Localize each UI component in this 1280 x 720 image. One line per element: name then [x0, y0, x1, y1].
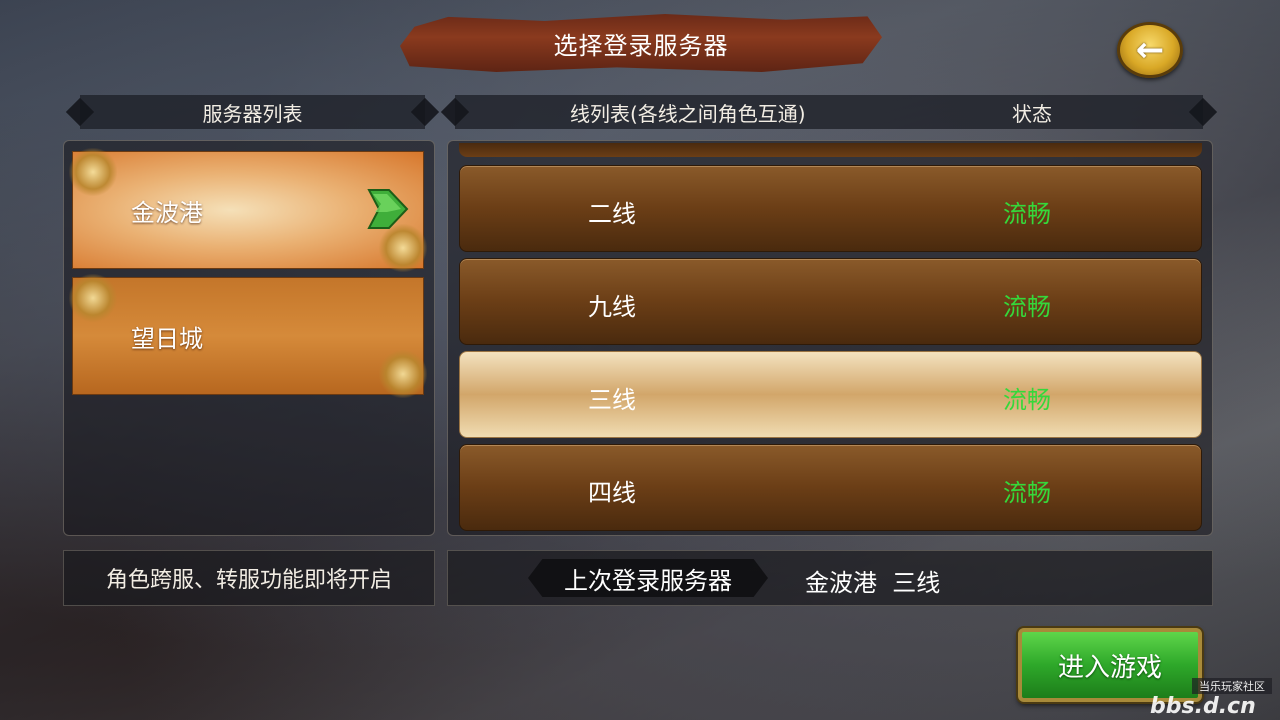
last-login-label: 上次登录服务器 — [564, 566, 732, 595]
line-list-header: 线列表(各线之间角色互通) 状态 — [455, 95, 1203, 129]
server-name: 望日城 — [131, 324, 203, 353]
line-name: 九线 — [588, 293, 636, 321]
back-arrow-icon: ← — [1135, 30, 1165, 70]
page-title: 选择登录服务器 — [553, 31, 729, 60]
line-name: 二线 — [588, 200, 636, 228]
status-header-label: 状态 — [1012, 101, 1052, 126]
server-list-header: 服务器列表 — [80, 95, 425, 129]
ornament-corner-icon — [69, 148, 117, 196]
selected-arrow-icon — [367, 189, 409, 229]
server-list-header-label: 服务器列表 — [202, 101, 303, 126]
ornament-corner-icon — [69, 274, 117, 322]
back-button[interactable]: ← — [1117, 22, 1183, 78]
last-login-server: 金波港 — [805, 569, 877, 597]
line-name: 三线 — [588, 386, 636, 414]
watermark-logo: bbs.d.cn — [1150, 694, 1256, 719]
line-row-selected[interactable]: 三线 流畅 — [459, 351, 1202, 438]
scrolled-row-edge — [459, 143, 1202, 157]
line-name: 四线 — [588, 479, 636, 507]
line-status: 流畅 — [1003, 293, 1051, 321]
line-row[interactable]: 二线 流畅 — [459, 165, 1202, 252]
ornament-corner-icon — [379, 350, 427, 398]
title-banner: 选择登录服务器 — [400, 14, 882, 72]
line-status: 流畅 — [1003, 386, 1051, 414]
line-row[interactable]: 九线 流畅 — [459, 258, 1202, 345]
server-name: 金波港 — [131, 198, 203, 227]
server-item-wangricheng[interactable]: 望日城 — [69, 274, 427, 398]
last-login-line: 三线 — [892, 569, 941, 597]
line-row[interactable]: 四线 流畅 — [459, 444, 1202, 531]
line-list-header-label: 线列表(各线之间角色互通) — [570, 101, 806, 126]
notice-text: 角色跨服、转服功能即将开启 — [105, 568, 392, 593]
line-status: 流畅 — [1003, 479, 1051, 507]
enter-game-label: 进入游戏 — [1057, 652, 1162, 683]
last-login-value: 金波港 三线 — [805, 563, 940, 598]
notice-bar: 角色跨服、转服功能即将开启 — [63, 550, 435, 606]
enter-game-button[interactable]: 进入游戏 — [1018, 628, 1202, 702]
last-login-bar: 上次登录服务器 金波港 三线 — [447, 550, 1213, 606]
line-status: 流畅 — [1003, 200, 1051, 228]
last-login-label-box: 上次登录服务器 — [528, 559, 768, 597]
watermark-label: 当乐玩家社区 — [1192, 678, 1272, 694]
